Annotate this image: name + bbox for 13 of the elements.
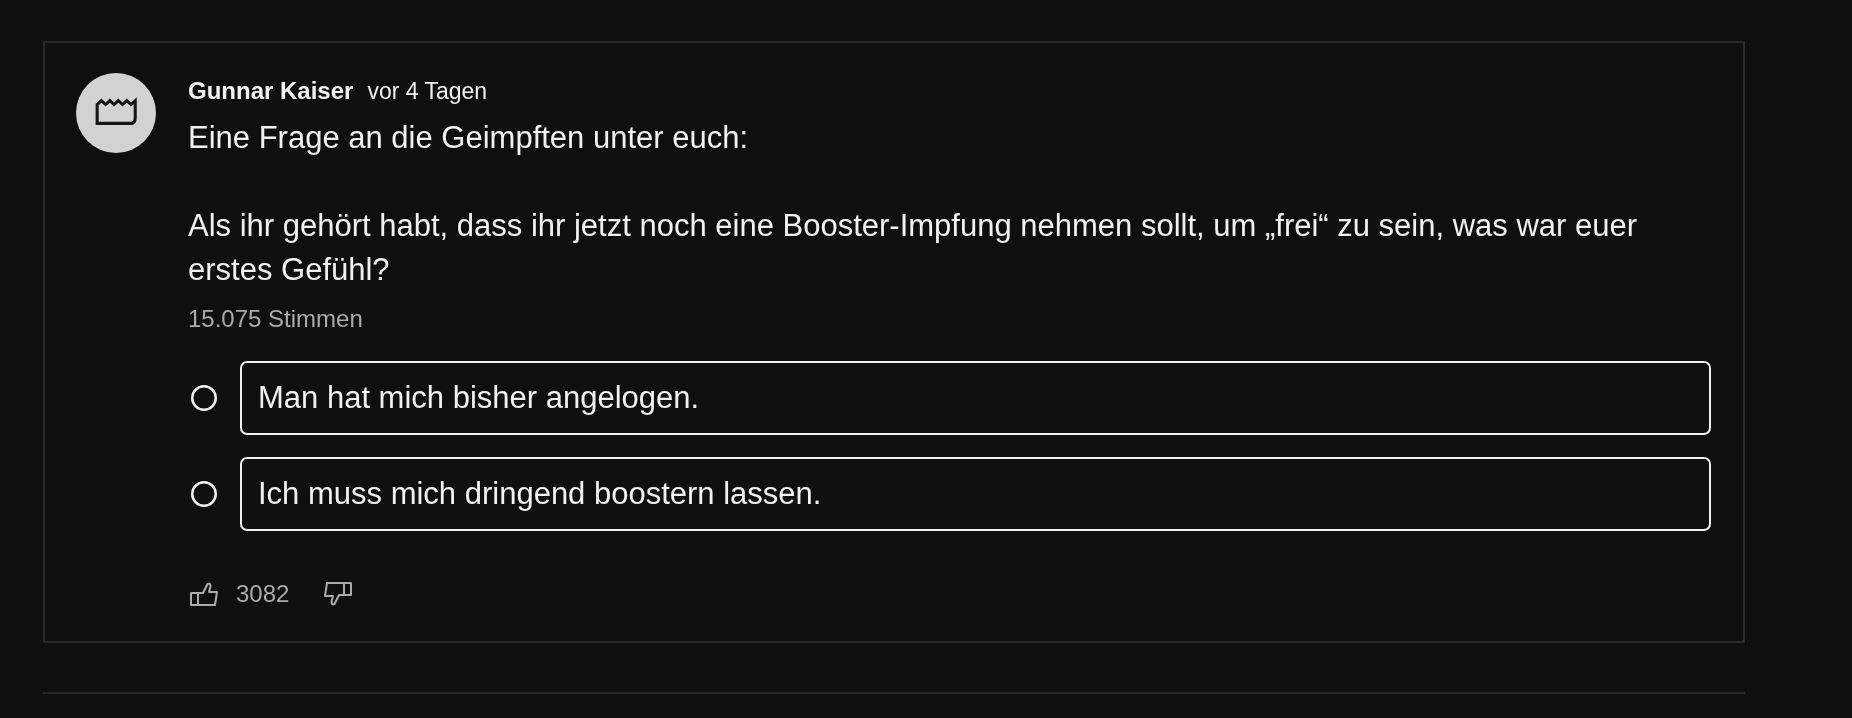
thumbs-up-icon[interactable] <box>190 582 218 606</box>
post-time[interactable]: vor 4 Tagen <box>367 73 488 109</box>
radio-button[interactable] <box>191 481 217 507</box>
post-text: Als ihr gehört habt, dass ihr jetzt noch eine Booster-Impfung nehmen sollt, um „frei“ zu sein, was war euer erstes Gefühl? <box>188 207 1639 289</box>
author-name[interactable]: Gunnar Kaiser <box>188 73 354 109</box>
post-text: Eine Frage an die Geimpften unter euch: <box>188 119 750 157</box>
avatar-icon[interactable] <box>76 73 156 153</box>
radio-button[interactable] <box>191 385 217 411</box>
poll-option[interactable]: Man hat mich bisher angelogen. <box>240 361 1711 435</box>
thumbs-down-icon[interactable] <box>324 582 353 606</box>
vote-count: 15.075 Stimmen <box>188 304 363 334</box>
poll-option[interactable]: Ich muss mich dringend boostern lassen. <box>240 457 1711 531</box>
like-count: 3082 <box>236 579 290 609</box>
